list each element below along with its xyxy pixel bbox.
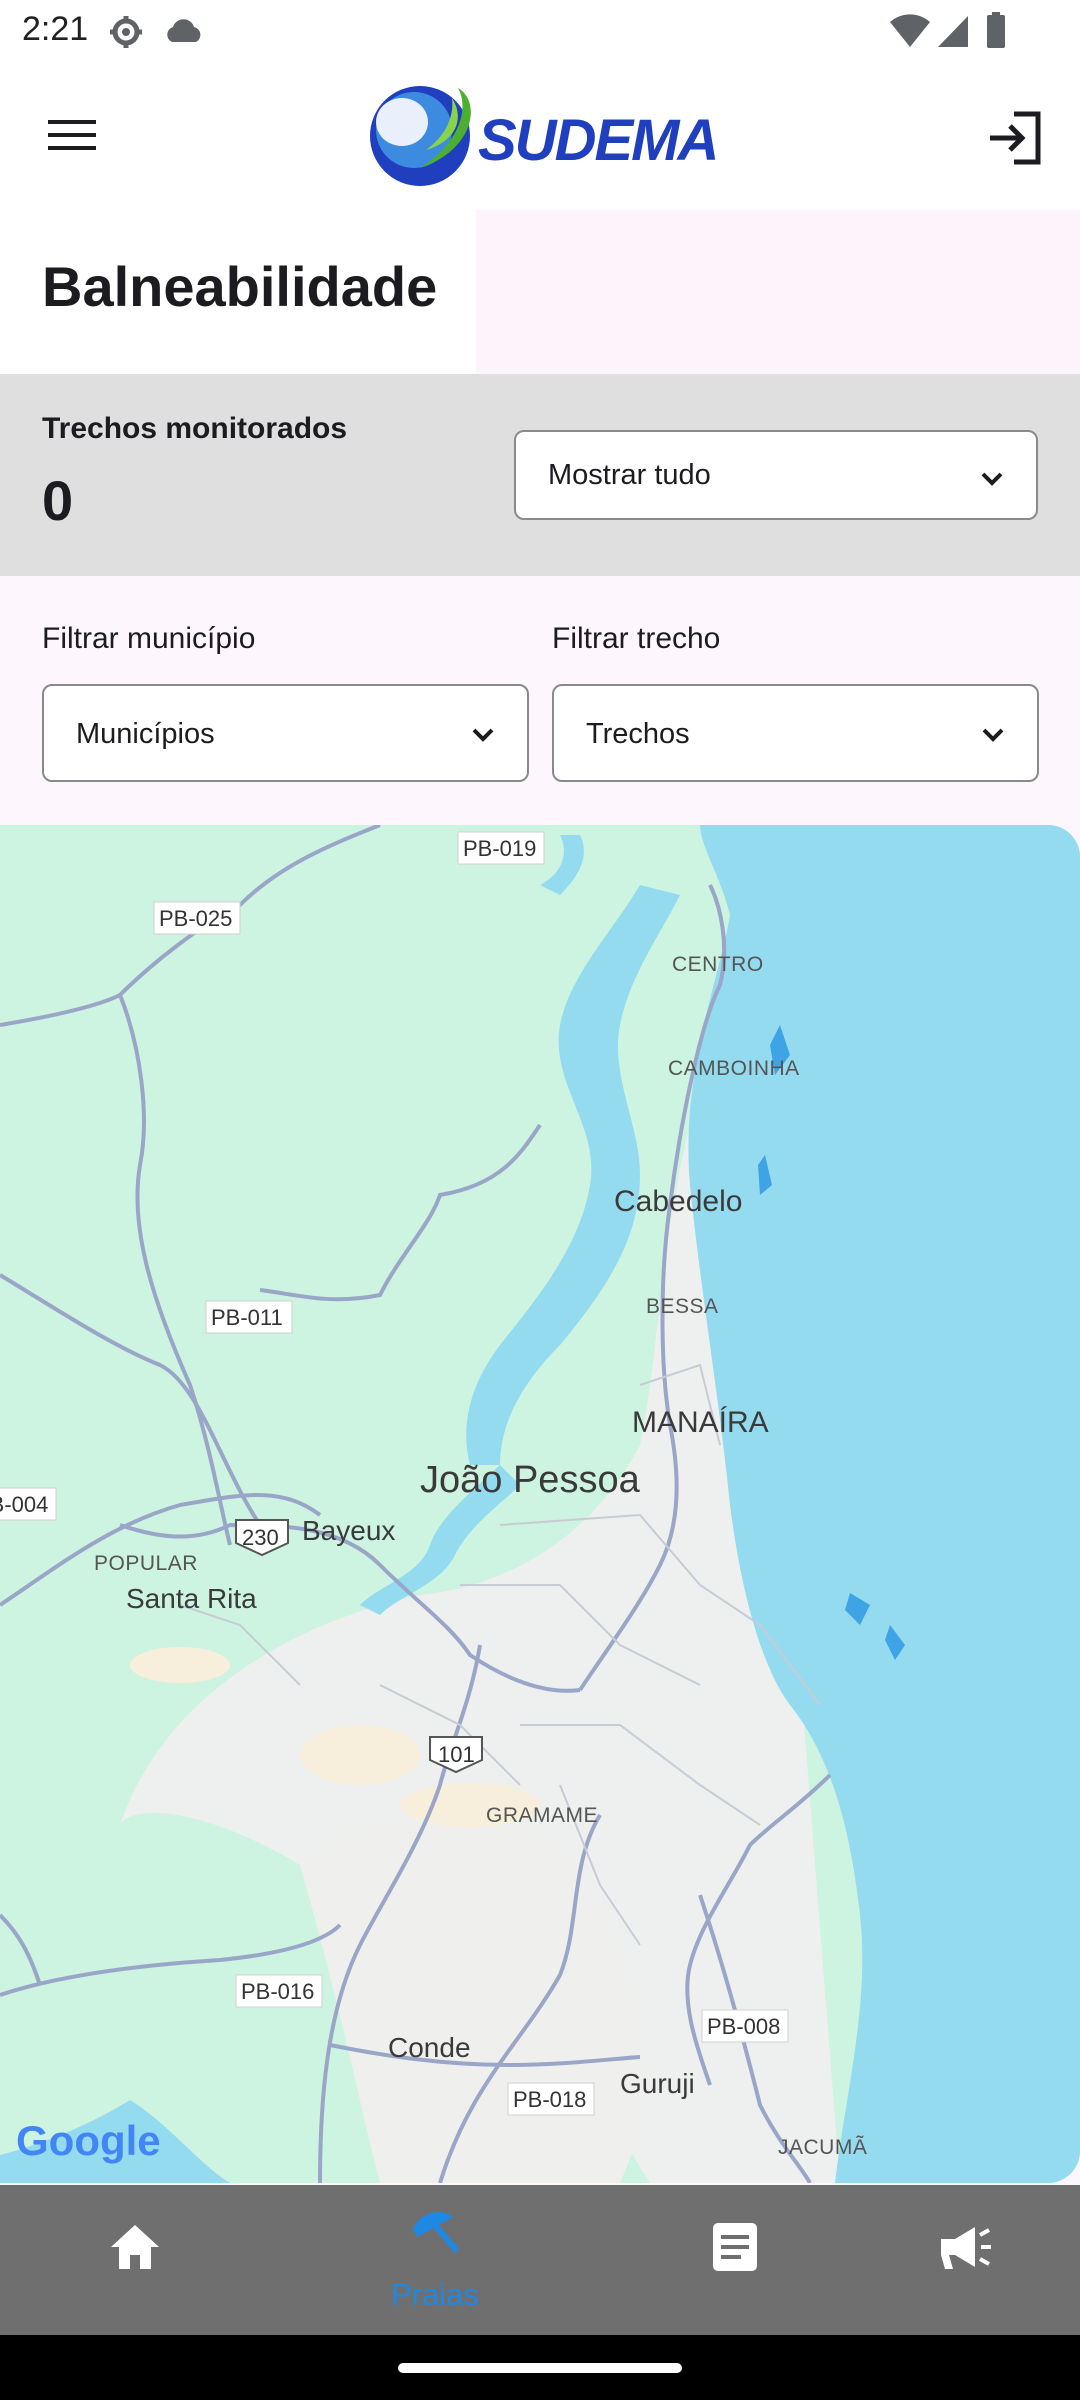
place-jacuma: JACUMÃ [778, 2135, 867, 2159]
svg-text:PB-004: PB-004 [0, 1492, 48, 1517]
svg-text:PB-011: PB-011 [211, 1305, 283, 1330]
home-icon [111, 2225, 159, 2269]
title-filler [476, 210, 1080, 374]
nav-announcements[interactable] [830, 2185, 1080, 2335]
road-label-pb004: PB-004 [0, 1487, 57, 1521]
megaphone-icon [941, 2227, 991, 2269]
map-view[interactable]: PB-019 PB-025 PB-011 PB-004 PB-016 PB-01… [0, 825, 1080, 2183]
battery-icon [987, 12, 1005, 48]
chevron-down-icon [472, 728, 494, 742]
signal-icon [938, 16, 968, 47]
article-icon [713, 2223, 757, 2271]
nav-praias[interactable]: Praias [300, 2185, 570, 2335]
svg-text:PB-025: PB-025 [159, 906, 232, 931]
page-title: Balneabilidade [42, 255, 438, 318]
nav-praias-label: Praias [391, 2277, 479, 2312]
home-gesture-handle[interactable] [398, 2363, 682, 2373]
trecho-select[interactable]: Trechos [552, 684, 1039, 782]
svg-text:230: 230 [242, 1525, 279, 1550]
google-attribution[interactable]: Google [16, 2117, 161, 2164]
municipio-select[interactable]: Municípios [42, 684, 529, 782]
beach-umbrella-icon [413, 2212, 460, 2253]
place-bessa: BESSA [646, 1295, 719, 1318]
svg-text:PB-019: PB-019 [463, 836, 536, 861]
chevron-down-icon [982, 728, 1004, 742]
place-manaira: MANAÍRA [632, 1406, 769, 1439]
svg-text:PB-016: PB-016 [241, 1979, 314, 2004]
page-title-box: Balneabilidade [0, 210, 476, 374]
place-santa-rita: Santa Rita [126, 1583, 257, 1614]
monitored-label: Trechos monitorados [42, 412, 348, 445]
filter-municipio-label: Filtrar município [42, 622, 256, 655]
place-centro: CENTRO [672, 953, 764, 976]
municipio-select-value: Municípios [76, 718, 215, 750]
place-conde: Conde [388, 2032, 471, 2063]
highway-shield-101: 101 [429, 1736, 483, 1774]
settings-status-icon [110, 16, 142, 48]
map-canvas[interactable]: PB-019 PB-025 PB-011 PB-004 PB-016 PB-01… [0, 825, 1080, 2183]
filter-trecho-label: Filtrar trecho [552, 622, 721, 655]
app-bar: SUDEMA [0, 64, 1080, 210]
road-label-pb008: PB-008 [701, 2009, 789, 2043]
svg-text:PB-018: PB-018 [513, 2087, 586, 2112]
road-label-pb011: PB-011 [205, 1300, 293, 1334]
status-time: 2:21 [22, 10, 89, 48]
place-camboinha: CAMBOINHA [668, 1057, 800, 1080]
show-all-value: Mostrar tudo [548, 459, 711, 491]
place-joao-pessoa: João Pessoa [420, 1459, 641, 1501]
svg-text:101: 101 [438, 1742, 475, 1767]
monitored-count: 0 [42, 469, 74, 532]
show-all-select[interactable]: Mostrar tudo [514, 430, 1038, 520]
road-label-pb019: PB-019 [457, 831, 545, 865]
place-popular: POPULAR [94, 1552, 198, 1575]
sudema-logo: SUDEMA [370, 86, 719, 186]
gesture-bar [0, 2335, 1080, 2400]
logo-wordmark: SUDEMA [478, 108, 717, 173]
nav-home[interactable] [0, 2185, 270, 2335]
login-icon[interactable] [986, 110, 1046, 166]
place-cabedelo: Cabedelo [614, 1185, 742, 1218]
bottom-navigation: Praias [0, 2185, 1080, 2335]
place-bayeux: Bayeux [302, 1515, 395, 1546]
trecho-select-value: Trechos [586, 718, 690, 750]
chevron-down-icon [981, 472, 1003, 486]
place-gramame: GRAMAME [486, 1804, 598, 1827]
svg-text:PB-008: PB-008 [707, 2014, 780, 2039]
road-label-pb018: PB-018 [507, 2082, 595, 2116]
road-label-pb016: PB-016 [235, 1974, 323, 2008]
status-bar: 2:21 [0, 0, 1080, 64]
cloud-status-icon [167, 19, 201, 42]
wifi-icon [890, 14, 930, 47]
road-label-pb025: PB-025 [153, 901, 241, 935]
place-guruji: Guruji [620, 2068, 695, 2099]
menu-icon[interactable] [44, 116, 100, 156]
